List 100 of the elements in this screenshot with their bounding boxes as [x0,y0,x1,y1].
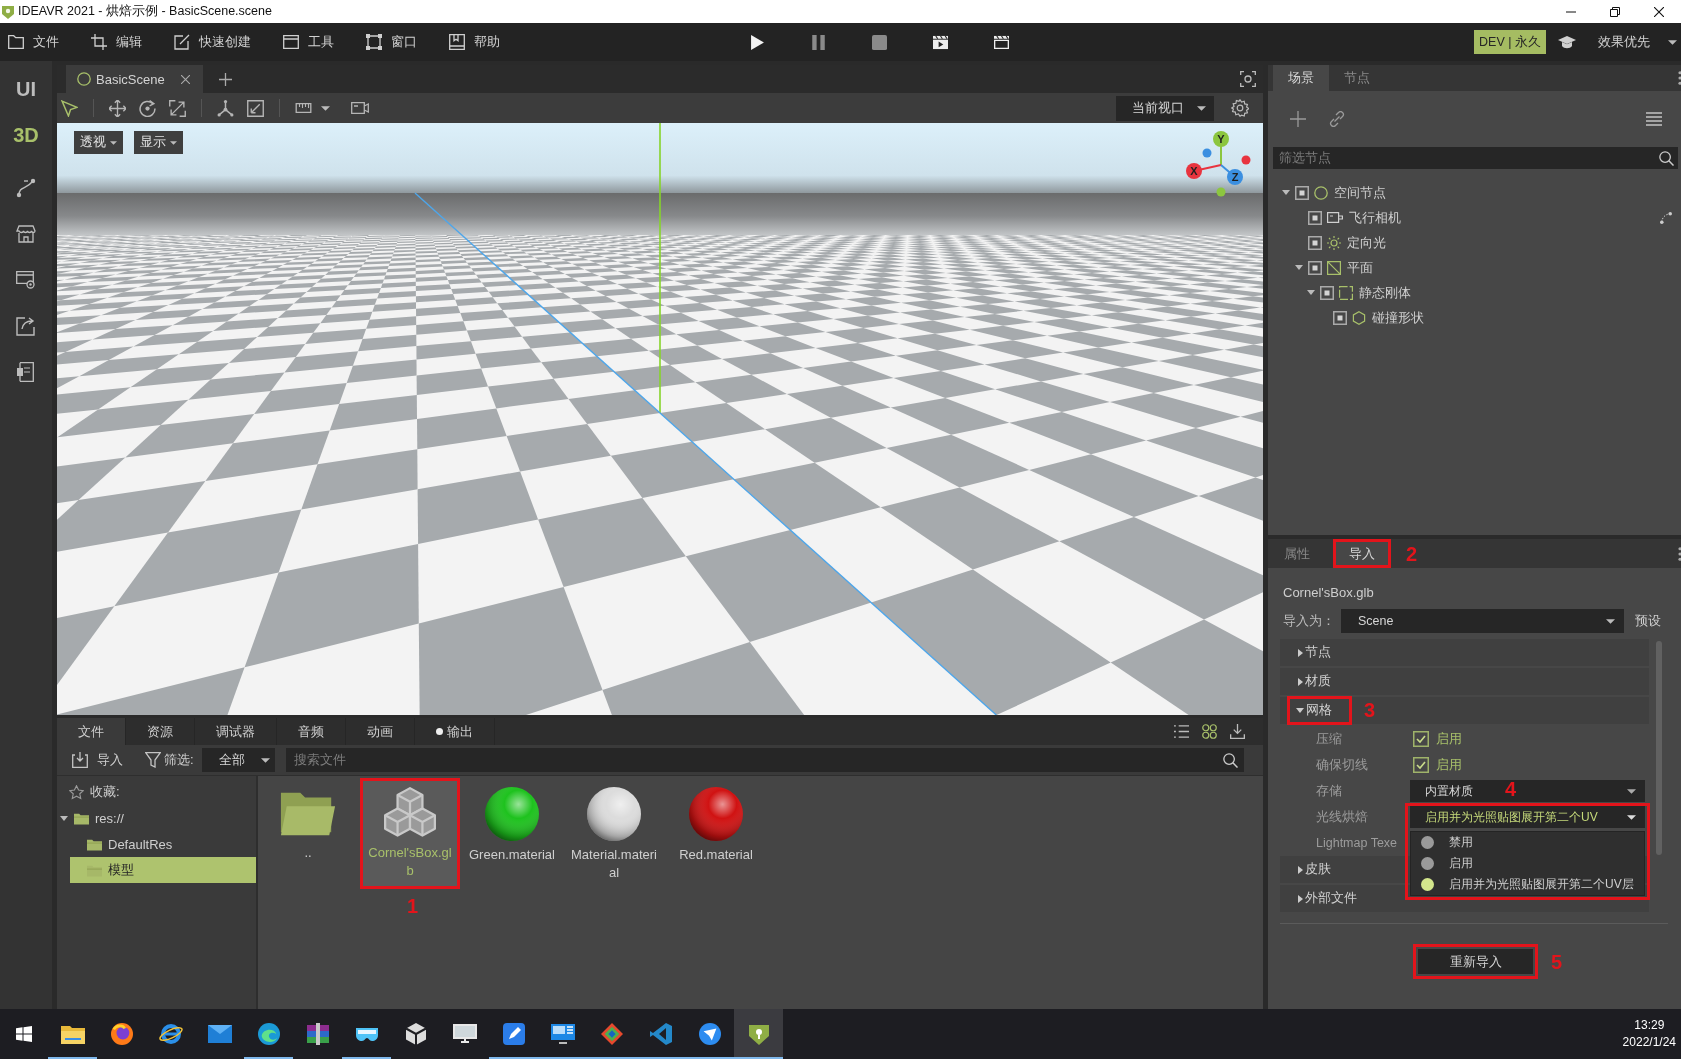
folder-tree-item[interactable]: DefaultRes [70,831,256,857]
section-header[interactable]: 节点 [1280,639,1649,666]
preset-link[interactable]: 预设 [1635,612,1661,630]
curve-icon[interactable] [1660,211,1672,224]
select-arrow-icon[interactable] [61,99,78,117]
file-item[interactable]: Green.material [465,781,559,870]
scene-tree-item[interactable]: 飞行相机 [1268,205,1681,230]
view-dropdown[interactable]: 当前视口 [1116,95,1214,121]
filter-dropdown[interactable]: 全部 [201,748,275,772]
visibility-checkbox[interactable] [1295,185,1309,200]
settings-icon[interactable] [1231,99,1249,117]
minimize-icon[interactable] [1566,10,1576,13]
move-icon[interactable] [109,99,126,117]
restore-icon[interactable] [1610,6,1620,17]
search-icon[interactable] [1222,752,1238,768]
editor-tab[interactable]: BasicScene [66,65,203,93]
panel-tab[interactable]: 音频 [277,718,346,745]
folder-tree-item[interactable]: res:// [57,805,256,831]
caret-icon[interactable] [321,105,330,111]
visibility-checkbox[interactable] [1307,210,1322,225]
menu-item[interactable]: 窗口 [366,27,417,57]
caret-down-icon[interactable] [60,815,68,821]
panel-tab[interactable]: 文件 [57,718,126,745]
scrollbar-thumb[interactable] [1656,641,1662,855]
panel-tab[interactable]: 动画 [346,718,415,745]
folder-tree-item[interactable]: 模型 [70,857,256,883]
stop-icon[interactable] [872,34,887,50]
menu-item[interactable]: 快速创建 [174,27,251,57]
axis-dot-icon[interactable] [1241,155,1251,165]
start-icon[interactable] [16,1026,32,1042]
add-tab-icon[interactable] [219,72,232,86]
axis-handle[interactable]: Y [1213,131,1229,166]
search-field[interactable]: 搜索文件 [285,748,1244,772]
shop-icon[interactable] [16,224,36,244]
axis-dot-icon[interactable] [1216,187,1226,197]
clock[interactable]: 13:29 2022/1/24 [1612,1009,1681,1059]
quality-dropdown[interactable]: 效果优先 [1598,27,1681,57]
axis-dot-icon[interactable] [1202,148,1212,158]
mode-tab[interactable]: 3D [0,114,52,156]
caret-down-icon[interactable] [1307,290,1315,295]
grid-view-icon[interactable] [1202,724,1217,739]
viewport-menu-button[interactable]: 透视 [74,131,123,154]
export-icon[interactable] [16,316,36,336]
curve-icon[interactable] [16,178,36,198]
menu-icon[interactable] [1646,112,1662,126]
visibility-checkbox[interactable] [1307,260,1322,275]
reimport-button[interactable]: 重新导入 [1418,949,1533,974]
section-header[interactable]: 材质 [1280,668,1649,695]
search-icon[interactable] [1659,150,1674,166]
file-item[interactable]: Cornel'sBox.glb [363,781,457,886]
focus-icon[interactable] [1240,71,1256,87]
visibility-checkbox[interactable] [1307,235,1322,250]
folder-tree-item[interactable]: 收藏: [57,779,256,805]
scale-icon[interactable] [169,99,186,117]
download-icon[interactable] [1230,724,1245,739]
checkbox[interactable] [1413,731,1429,747]
scene-tree-item[interactable]: 碰撞形状 [1268,305,1681,330]
file-item[interactable]: Material.material [567,781,661,888]
menu-item[interactable]: 工具 [283,27,334,57]
menu-item[interactable]: 帮助 [449,27,500,57]
ruler-icon[interactable] [295,103,312,113]
local-axes-icon[interactable] [217,99,234,117]
settings-card-icon[interactable] [16,270,36,290]
rotate-icon[interactable] [139,99,156,117]
document-icon[interactable] [16,362,36,382]
dropdown-option[interactable]: 禁用 [1411,832,1644,853]
list-view-icon[interactable] [1174,724,1189,739]
panel-tab[interactable]: 场景 [1273,65,1329,91]
checkbox[interactable] [1413,757,1429,773]
panel-tab[interactable]: 节点 [1329,65,1385,91]
file-item[interactable]: Red.material [669,781,763,870]
panel-tab[interactable]: 属性 [1271,539,1323,568]
close-icon[interactable] [1654,6,1664,17]
viewport-menu-button[interactable]: 显示 [134,131,183,154]
pause-icon[interactable] [811,34,826,50]
panel-tab[interactable]: 资源 [126,718,195,745]
camera-icon[interactable] [351,102,369,114]
dropdown[interactable]: 启用并为光照贴图展开第二个UV [1410,806,1645,828]
more-icon[interactable] [1678,71,1681,85]
scene-tree-item[interactable]: 静态刚体 [1268,280,1681,305]
scene-tree-item[interactable]: 定向光 [1268,230,1681,255]
link-icon[interactable] [1329,111,1345,127]
play-icon[interactable] [750,34,765,50]
import-button[interactable]: 导入 [72,751,123,769]
panel-tab[interactable]: 调试器 [195,718,277,745]
clapperboard-play-icon[interactable] [933,34,948,50]
menu-item[interactable]: 编辑 [91,27,142,57]
scene-tree-item[interactable]: 平面 [1268,255,1681,280]
add-icon[interactable] [1290,111,1306,127]
import-type-dropdown[interactable]: Scene [1341,609,1624,633]
menu-item[interactable]: 文件 [8,27,59,57]
caret-down-icon[interactable] [1294,265,1303,270]
panel-tab[interactable]: 输出 [415,718,495,745]
more-icon[interactable] [1678,546,1681,561]
panel-tab[interactable]: 导入 [1336,542,1388,565]
mode-tab[interactable]: UI [0,68,52,110]
resize-box-icon[interactable] [247,99,264,117]
graduation-cap-icon[interactable] [1558,35,1576,49]
visibility-checkbox[interactable] [1332,310,1347,325]
visibility-checkbox[interactable] [1320,285,1334,300]
